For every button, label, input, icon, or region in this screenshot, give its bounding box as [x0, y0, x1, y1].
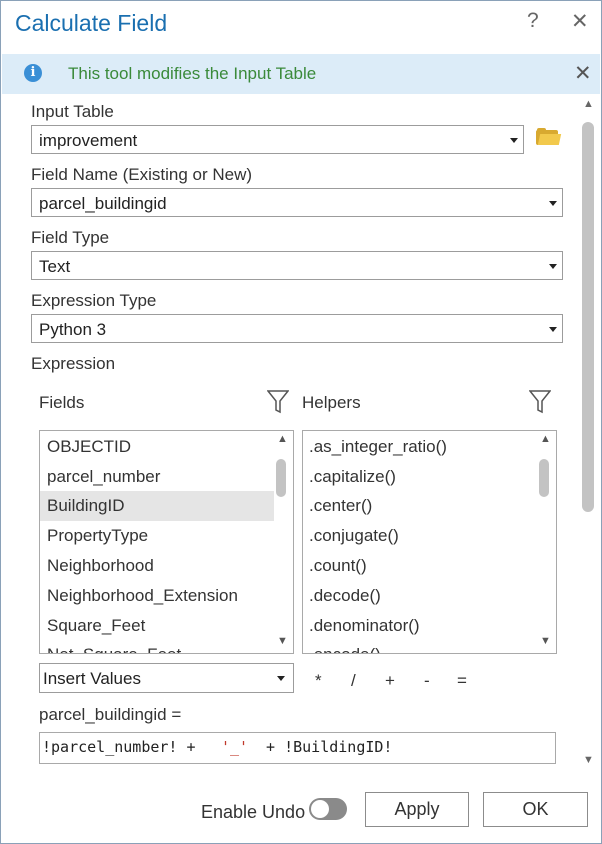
- close-button[interactable]: ✕: [571, 9, 589, 34]
- list-item[interactable]: Neighborhood_Extension: [40, 581, 274, 611]
- list-item[interactable]: OBJECTID: [40, 432, 274, 462]
- field-name-value: parcel_buildingid: [39, 194, 167, 213]
- input-table-label: Input Table: [31, 102, 114, 121]
- scroll-up-icon[interactable]: ▲: [277, 433, 288, 445]
- list-item[interactable]: .decode(): [303, 581, 536, 611]
- code-token: !parcel_number! +: [42, 738, 205, 756]
- code-token: + !BuildingID!: [257, 738, 393, 756]
- list-item[interactable]: parcel_number: [40, 462, 274, 492]
- scroll-up-icon[interactable]: ▲: [583, 98, 594, 110]
- list-item[interactable]: .as_integer_ratio(): [303, 432, 536, 462]
- filter-icon[interactable]: [529, 390, 551, 414]
- field-type-label: Field Type: [31, 228, 110, 247]
- operator-plus-button[interactable]: +: [385, 671, 395, 691]
- dialog-title: Calculate Field: [15, 10, 168, 36]
- scroll-down-icon[interactable]: ▼: [583, 754, 594, 766]
- list-item[interactable]: Neighborhood: [40, 551, 274, 581]
- scroll-down-icon[interactable]: ▼: [277, 635, 288, 647]
- helpers-label: Helpers: [302, 393, 361, 412]
- scroll-up-icon[interactable]: ▲: [540, 433, 551, 445]
- insert-values-dropdown[interactable]: Insert Values: [39, 663, 294, 693]
- helpers-scrollbar[interactable]: ▲ ▼: [536, 431, 554, 653]
- field-type-value: Text: [39, 257, 71, 276]
- chevron-down-icon: [549, 201, 557, 206]
- input-table-dropdown[interactable]: improvement: [31, 125, 524, 154]
- expression-type-value: Python 3: [39, 320, 107, 339]
- list-item-selected[interactable]: BuildingID: [40, 491, 274, 521]
- helpers-list[interactable]: .as_integer_ratio() .capitalize() .cente…: [302, 430, 557, 654]
- operator-divide-button[interactable]: /: [351, 671, 356, 691]
- list-item[interactable]: .conjugate(): [303, 521, 536, 551]
- expression-label: Expression: [31, 354, 116, 373]
- field-name-dropdown[interactable]: parcel_buildingid: [31, 188, 563, 217]
- scroll-thumb[interactable]: [276, 459, 286, 497]
- expression-target-label: parcel_buildingid =: [39, 705, 182, 724]
- list-item[interactable]: .center(): [303, 491, 536, 521]
- operator-equals-button[interactable]: =: [457, 671, 467, 691]
- field-type-dropdown[interactable]: Text: [31, 251, 563, 280]
- chevron-down-icon: [277, 676, 285, 681]
- apply-button[interactable]: Apply: [365, 792, 469, 827]
- info-icon: i: [24, 64, 42, 82]
- help-button[interactable]: ?: [527, 9, 539, 33]
- operator-minus-button[interactable]: -: [424, 671, 430, 691]
- chevron-down-icon: [549, 327, 557, 332]
- filter-icon[interactable]: [267, 390, 289, 414]
- info-close-button[interactable]: ✕: [574, 61, 592, 86]
- list-item[interactable]: .encode(): [303, 640, 536, 653]
- calculate-field-dialog: Calculate Field ? ✕ i This tool modifies…: [0, 0, 602, 844]
- chevron-down-icon: [549, 264, 557, 269]
- list-item[interactable]: PropertyType: [40, 521, 274, 551]
- list-item[interactable]: .capitalize(): [303, 462, 536, 492]
- list-item[interactable]: Net_Square_Feet: [40, 640, 274, 653]
- expression-type-dropdown[interactable]: Python 3: [31, 314, 563, 343]
- field-name-label: Field Name (Existing or New): [31, 165, 253, 184]
- expression-type-label: Expression Type: [31, 291, 157, 310]
- insert-values-label: Insert Values: [43, 669, 141, 688]
- code-string-token: '_': [221, 738, 249, 756]
- scroll-thumb[interactable]: [582, 122, 594, 512]
- fields-list[interactable]: OBJECTID parcel_number BuildingID Proper…: [39, 430, 294, 654]
- list-item[interactable]: .count(): [303, 551, 536, 581]
- info-message: This tool modifies the Input Table: [68, 64, 317, 83]
- fields-label: Fields: [39, 393, 85, 412]
- list-item[interactable]: Square_Feet: [40, 611, 274, 641]
- dialog-scrollbar[interactable]: ▲ ▼: [579, 96, 597, 772]
- list-item[interactable]: .denominator(): [303, 611, 536, 641]
- scroll-down-icon[interactable]: ▼: [540, 635, 551, 647]
- folder-icon[interactable]: [536, 128, 562, 146]
- title-bar: Calculate Field ? ✕: [1, 1, 601, 49]
- ok-button[interactable]: OK: [483, 792, 588, 827]
- fields-scrollbar[interactable]: ▲ ▼: [273, 431, 291, 653]
- enable-undo-label: Enable Undo: [201, 802, 306, 822]
- toggle-knob: [311, 800, 329, 818]
- scroll-thumb[interactable]: [539, 459, 549, 497]
- operator-multiply-button[interactable]: *: [315, 671, 322, 691]
- chevron-down-icon: [510, 138, 518, 143]
- expression-code-editor[interactable]: !parcel_number! + '_' + !BuildingID!: [39, 732, 556, 764]
- input-table-value: improvement: [39, 131, 138, 150]
- enable-undo-toggle[interactable]: [309, 798, 347, 820]
- info-banner: i This tool modifies the Input Table ✕: [2, 54, 600, 94]
